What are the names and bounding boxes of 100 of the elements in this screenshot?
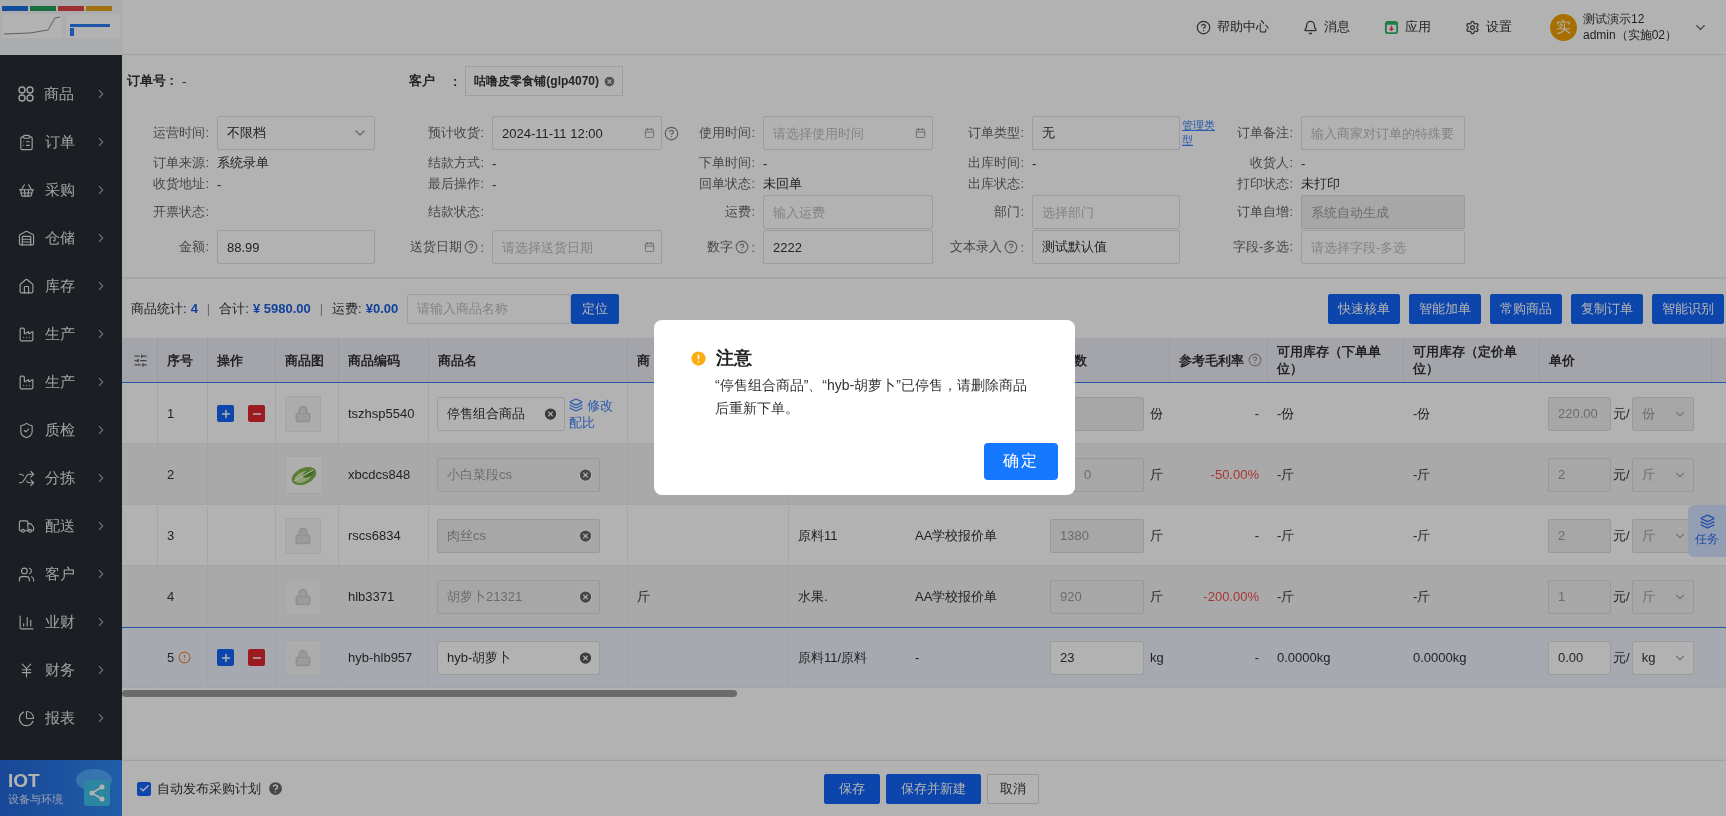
header-link[interactable]: 帮助中心 bbox=[1195, 18, 1269, 36]
settings-icon bbox=[1464, 19, 1480, 35]
toolbar-button[interactable]: 常购商品 bbox=[1490, 293, 1562, 324]
locate-button[interactable]: 定位 bbox=[571, 293, 620, 324]
add-button[interactable] bbox=[217, 405, 234, 422]
help-icon[interactable] bbox=[664, 125, 679, 141]
table-cell: -50.00% bbox=[1210, 467, 1259, 482]
column-header: 单价 bbox=[1549, 351, 1575, 369]
field-value: - bbox=[1301, 155, 1306, 171]
table-cell: 5 bbox=[167, 650, 175, 665]
summary-value: ¥0.00 bbox=[365, 301, 399, 316]
factory-icon bbox=[18, 373, 35, 391]
sidebar-item[interactable]: 生产 bbox=[0, 358, 122, 406]
quantity-field[interactable]: 23 bbox=[1050, 640, 1144, 675]
price-field[interactable]: 0.00 bbox=[1548, 640, 1611, 675]
checkbox[interactable] bbox=[137, 781, 151, 796]
separator: | bbox=[206, 301, 211, 316]
select-field[interactable]: 不限档 bbox=[217, 116, 375, 150]
table-cell: -200.00% bbox=[1203, 589, 1259, 604]
input-field[interactable]: 88.99 bbox=[217, 230, 375, 264]
lock-icon bbox=[294, 526, 312, 545]
field-label: 运费: bbox=[724, 203, 755, 221]
table-cell: 斤 bbox=[1150, 587, 1163, 606]
field-label: 订单来源: bbox=[152, 154, 209, 172]
help-icon[interactable] bbox=[735, 240, 750, 254]
product-name-field[interactable]: hyb-胡萝卜 bbox=[437, 640, 600, 675]
header-link[interactable]: 应用 bbox=[1383, 18, 1431, 36]
help-icon[interactable] bbox=[1004, 240, 1019, 254]
sidebar-item[interactable]: 库存 bbox=[0, 262, 122, 310]
sidebar-item[interactable]: 商品 bbox=[0, 70, 122, 118]
column-header: 商 bbox=[637, 351, 650, 369]
sidebar-item[interactable]: 采购 bbox=[0, 166, 122, 214]
table-cell: 3 bbox=[167, 528, 175, 543]
primary-button[interactable]: 保存并新建 bbox=[886, 773, 981, 804]
header-link[interactable]: 消息 bbox=[1302, 18, 1350, 36]
table-cell: kg bbox=[1150, 650, 1164, 665]
help-icon[interactable] bbox=[464, 240, 479, 254]
primary-button[interactable]: 保存 bbox=[824, 773, 880, 804]
field-label: : bbox=[1020, 239, 1024, 255]
confirm-button[interactable]: 确定 bbox=[984, 443, 1058, 480]
help-icon[interactable] bbox=[1248, 353, 1262, 367]
clipboard-icon bbox=[18, 133, 35, 151]
user-name: 测试演示12 bbox=[1582, 11, 1646, 27]
sidebar-item[interactable]: 分拣 bbox=[0, 454, 122, 502]
toolbar-button[interactable]: 智能加单 bbox=[1409, 293, 1481, 324]
checkbox-label: 自动发布采购计划 bbox=[157, 779, 261, 798]
sidebar-item[interactable]: 客户 bbox=[0, 550, 122, 598]
scrollbar-thumb[interactable] bbox=[122, 689, 737, 697]
add-button[interactable] bbox=[217, 649, 234, 666]
table-cell: 元/ bbox=[1613, 404, 1630, 423]
sidebar-item[interactable]: 财务 bbox=[0, 646, 122, 694]
table-cell: 元/ bbox=[1613, 526, 1630, 545]
input-field[interactable]: 2222 bbox=[763, 230, 933, 264]
table-cell: -斤 bbox=[1277, 587, 1295, 606]
toolbar-button[interactable]: 智能识别 bbox=[1652, 293, 1724, 324]
input-field[interactable]: 无 bbox=[1032, 116, 1180, 150]
sidebar-item[interactable]: 业财 bbox=[0, 598, 122, 646]
dialog-message: “停售组合商品”、“hyb-胡萝卜”已停售，请删除商品后重新下单。 bbox=[715, 376, 1028, 418]
field-label: 运营时间: bbox=[152, 124, 209, 142]
iot-banner[interactable]: IOT 设备与环境 bbox=[0, 760, 122, 816]
sliders-icon[interactable] bbox=[133, 352, 148, 368]
remove-button[interactable] bbox=[248, 405, 265, 422]
sidebar-item[interactable]: 配送 bbox=[0, 502, 122, 550]
clear-icon[interactable] bbox=[603, 74, 617, 88]
remove-button[interactable] bbox=[248, 649, 265, 666]
customer-tag[interactable]: 咕噜皮零食铺(glp4070) bbox=[465, 66, 624, 96]
customer-colon: : bbox=[453, 73, 458, 89]
toolbar-button[interactable]: 快速核单 bbox=[1328, 293, 1400, 324]
sidebar-item[interactable]: 生产 bbox=[0, 310, 122, 358]
summary-label: 商品统计: bbox=[131, 299, 187, 318]
sidebar-item[interactable]: 报表 bbox=[0, 694, 122, 742]
header-link-label: 帮助中心 bbox=[1216, 18, 1269, 36]
cancel-button[interactable]: 取消 bbox=[987, 773, 1039, 804]
lock-icon bbox=[294, 648, 312, 667]
field-value: - bbox=[492, 176, 497, 192]
toolbar-button[interactable]: 复制订单 bbox=[1571, 293, 1643, 324]
date-field[interactable]: 2024-11-11 12:00 bbox=[492, 116, 662, 150]
header-link[interactable]: 设置 bbox=[1464, 18, 1512, 36]
field-value: - bbox=[217, 176, 222, 192]
sidebar-item[interactable]: 仓储 bbox=[0, 214, 122, 262]
product-name-field[interactable]: 停售组合商品 bbox=[437, 396, 565, 431]
table-cell: rscs6834 bbox=[348, 528, 401, 543]
bell-icon bbox=[1302, 19, 1318, 35]
layers-icon bbox=[1699, 514, 1715, 529]
sidebar-item[interactable]: 订单 bbox=[0, 118, 122, 166]
table-cell: 原料11/原料 bbox=[798, 648, 868, 667]
column-header: 参考毛利率 bbox=[1179, 351, 1244, 369]
sidebar-item[interactable]: 质检 bbox=[0, 406, 122, 454]
help-icon bbox=[1195, 19, 1211, 35]
field-label: 订单自增: bbox=[1236, 203, 1293, 221]
input-field[interactable]: 测试默认值 bbox=[1032, 230, 1180, 264]
field-label: : bbox=[480, 239, 484, 255]
field-label: 最后操作: bbox=[427, 175, 484, 193]
order-number: - bbox=[181, 73, 187, 89]
field-label: 收货人: bbox=[1249, 154, 1293, 172]
field-label: 字段-多选: bbox=[1232, 238, 1293, 256]
truck-icon bbox=[18, 517, 35, 535]
unit-select[interactable]: kg bbox=[1631, 640, 1694, 675]
user-role: admin（实施02） bbox=[1582, 27, 1677, 43]
field-label: 回单状态: bbox=[698, 175, 755, 193]
